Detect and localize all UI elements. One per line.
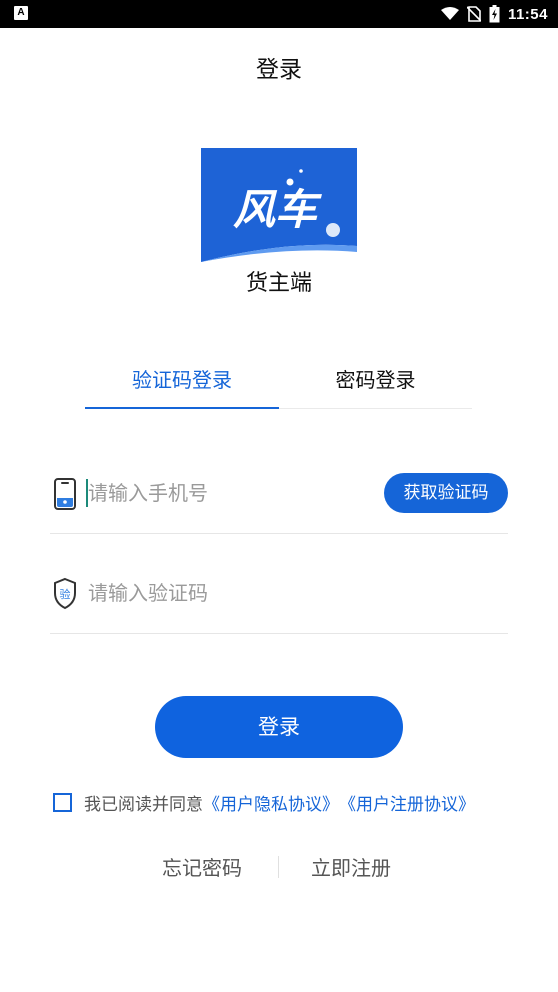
notification-icon: A — [14, 6, 28, 20]
tab-password-login[interactable]: 密码登录 — [279, 360, 472, 406]
logo-subtitle: 货主端 — [245, 271, 312, 296]
forgot-password-link[interactable]: 忘记密码 — [162, 852, 242, 881]
login-button[interactable]: 登录 — [155, 696, 403, 758]
get-code-button[interactable]: 获取验证码 — [384, 473, 508, 513]
footer-divider — [278, 856, 279, 878]
phone-icon — [54, 478, 76, 510]
status-bar: A 11:54 — [0, 0, 558, 28]
status-icons: 11:54 — [440, 0, 548, 28]
verification-code-input[interactable] — [88, 575, 378, 611]
tab-sms-code-login[interactable]: 验证码登录 — [85, 360, 279, 406]
privacy-agreement-link[interactable]: 《用户隐私协议》 — [203, 790, 339, 815]
page-title: 登录 — [256, 57, 302, 83]
active-tab-indicator — [85, 407, 279, 409]
phone-input[interactable] — [88, 475, 378, 511]
agreement-checkbox[interactable] — [53, 792, 72, 812]
app-logo: 风车 — [201, 148, 357, 262]
battery-icon — [489, 5, 500, 23]
registration-agreement-link[interactable]: 《用户注册协议》 — [339, 790, 475, 815]
status-time: 11:54 — [507, 5, 548, 23]
shield-verify-icon: 验 — [54, 577, 76, 610]
login-mode-tabs: 验证码登录 密码登录 — [85, 360, 472, 409]
agreement-row: 我已阅读并同意 《用户隐私协议》 《用户注册协议》 — [53, 789, 475, 815]
register-now-link[interactable]: 立即注册 — [311, 852, 391, 881]
footer-links: 忘记密码 立即注册 — [0, 852, 558, 882]
logo-brand-text: 风车 — [233, 185, 322, 234]
wifi-icon — [440, 7, 459, 20]
svg-text:验: 验 — [60, 587, 71, 601]
verification-code-row: 验 — [50, 533, 508, 634]
phone-row: 获取验证码 — [50, 433, 508, 534]
no-sim-icon — [466, 6, 481, 22]
agreement-text: 我已阅读并同意 — [84, 794, 203, 815]
